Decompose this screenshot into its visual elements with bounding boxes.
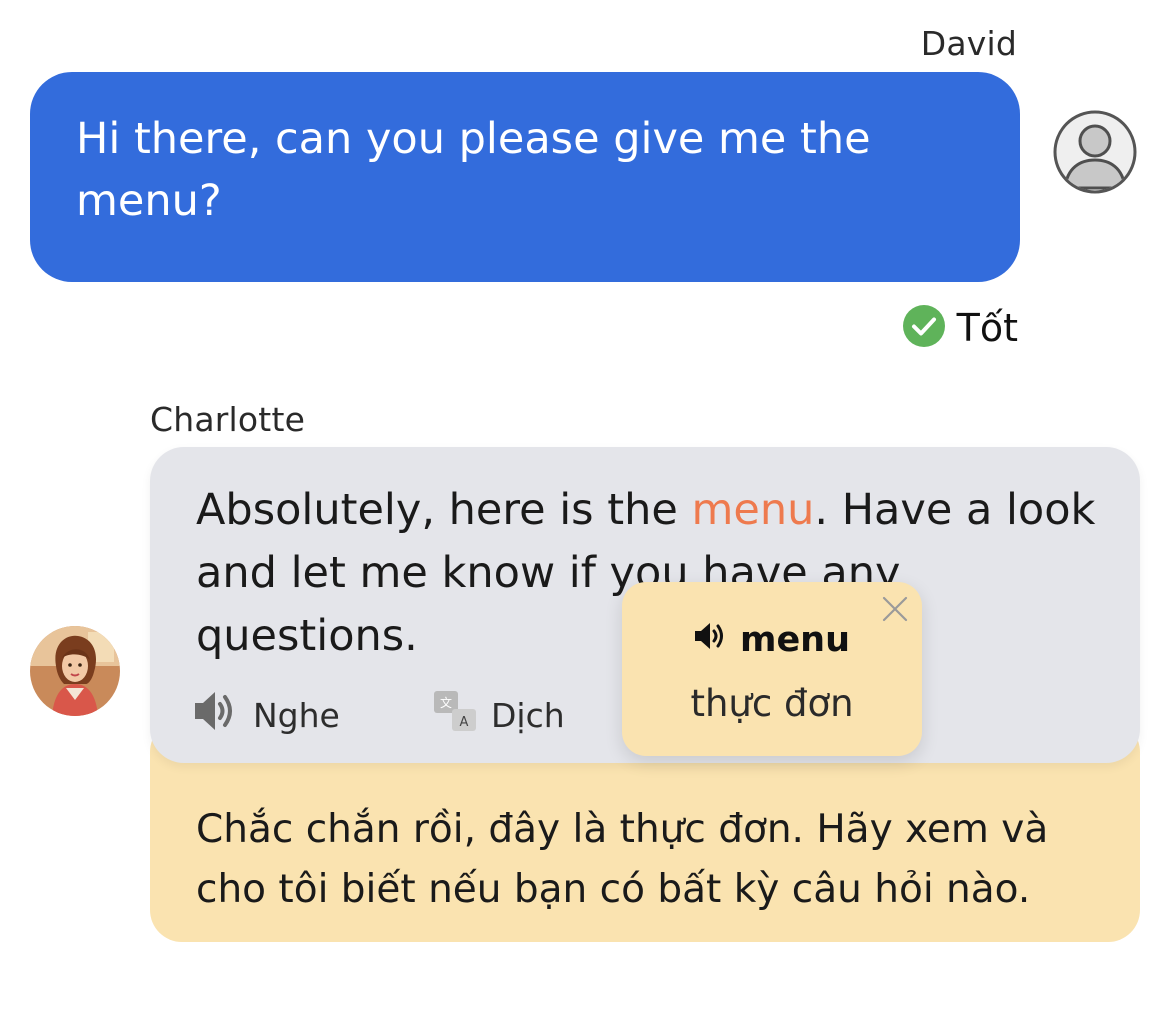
user-message-bubble: Hi there, can you please give me the men… <box>30 72 1020 282</box>
svg-text:文: 文 <box>440 695 452 710</box>
bot-sender-name: Charlotte <box>150 400 306 439</box>
user-avatar-icon[interactable] <box>1053 110 1137 194</box>
translation-text: Chắc chắn rồi, đây là thực đơn. Hãy xem … <box>196 807 1049 912</box>
translate-label: Dịch <box>491 695 565 735</box>
user-sender-name: David <box>920 24 1017 63</box>
listen-label: Nghe <box>253 695 340 735</box>
translate-button[interactable]: 文 A Dịch <box>433 689 565 741</box>
bot-avatar[interactable] <box>30 626 120 716</box>
highlighted-word[interactable]: menu <box>692 485 815 535</box>
user-message-text: Hi there, can you please give me the men… <box>76 114 871 226</box>
popup-meaning: thực đơn <box>690 682 854 725</box>
speaker-icon <box>193 689 239 741</box>
feedback-label: Tốt <box>956 306 1018 350</box>
svg-text:A: A <box>460 715 469 730</box>
translate-icon: 文 A <box>433 689 477 741</box>
word-definition-popup: menu thực đơn <box>622 582 922 756</box>
feedback-status: Tốt <box>902 305 1018 351</box>
speaker-icon <box>694 620 728 660</box>
popup-word: menu <box>739 620 851 660</box>
check-circle-icon <box>902 305 945 351</box>
listen-button[interactable]: Nghe <box>193 689 340 741</box>
popup-word-row[interactable]: menu <box>622 620 922 660</box>
bot-text-before: Absolutely, here is the <box>196 485 692 535</box>
